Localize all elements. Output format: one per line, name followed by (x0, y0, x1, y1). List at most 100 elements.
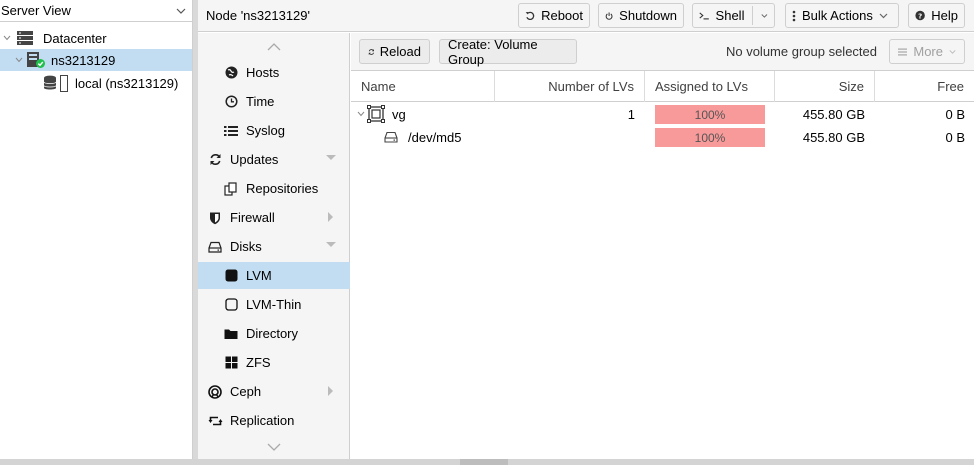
bulk-actions-button[interactable]: Bulk Actions (785, 3, 899, 28)
assigned-percent: 100% (694, 130, 726, 145)
nav-label: ZFS (246, 355, 271, 370)
lvm-toolbar: Reload Create: Volume Group No volume gr… (351, 33, 974, 71)
chevron-down-icon (879, 13, 888, 18)
nav-item-ceph[interactable]: Ceph (198, 378, 350, 405)
bulk-actions-label: Bulk Actions (802, 8, 873, 23)
create-volume-group-label: Create: Volume Group (448, 36, 538, 67)
hdd-icon (207, 239, 223, 255)
volume-group-icon (367, 105, 385, 123)
caret-right-icon (328, 386, 333, 396)
more-button[interactable]: More (889, 39, 965, 64)
nav-item-disks[interactable]: Disks (198, 233, 350, 260)
row-size: 455.80 GB (802, 129, 865, 145)
tree-expand-icon[interactable] (15, 57, 23, 63)
node-online-icon (27, 52, 45, 68)
hdd-icon (384, 131, 398, 143)
shutdown-button[interactable]: Shutdown (598, 3, 684, 28)
copy-icon (223, 181, 239, 197)
ellipsis-vertical-icon (792, 10, 796, 21)
chevron-down-icon (949, 49, 956, 54)
nav-label: Repositories (246, 181, 319, 196)
terminal-icon (699, 12, 709, 20)
shield-icon (207, 210, 223, 226)
help-button[interactable]: ? Help (908, 3, 965, 28)
shell-button[interactable]: Shell (692, 3, 775, 28)
nav-item-updates[interactable]: Updates (198, 146, 350, 173)
table-row[interactable]: /dev/md5 100% 455.80 GB 0 B (351, 125, 974, 149)
column-header-label: Size (838, 79, 864, 94)
tree-expand-icon[interactable] (3, 35, 11, 41)
nav-label: Syslog (246, 123, 286, 138)
retweet-icon (207, 413, 223, 429)
nav-item-directory[interactable]: Directory (198, 320, 350, 347)
nav-label: Directory (246, 326, 299, 341)
nav-label: LVM (246, 268, 272, 283)
chevron-down-icon (267, 443, 281, 451)
nav-item-time[interactable]: Time (198, 88, 350, 115)
shutdown-label: Shutdown (619, 8, 677, 23)
grid-header: Name Number of LVs Assigned to LVs Size … (351, 71, 974, 102)
nav-label: Disks (230, 239, 262, 254)
reboot-button[interactable]: Reboot (518, 3, 590, 28)
bottom-splitter[interactable] (0, 459, 974, 465)
assigned-usage-bar: 100% (655, 128, 765, 147)
nav-item-lvm-thin[interactable]: LVM-Thin (198, 291, 350, 318)
nav-item-hosts[interactable]: Hosts (198, 59, 350, 86)
splitter-handle[interactable] (460, 459, 508, 465)
nav-scroll-up[interactable] (198, 37, 350, 57)
split-separator (752, 6, 754, 25)
nav-label: Ceph (230, 384, 262, 399)
tree-item-node[interactable]: ns3213129 (0, 49, 192, 71)
tree-item-datacenter[interactable]: Datacenter (0, 27, 192, 49)
create-volume-group-button[interactable]: Create: Volume Group (439, 36, 577, 67)
globe-icon (223, 65, 239, 81)
column-header-free[interactable]: Free (875, 71, 974, 102)
nav-item-zfs[interactable]: ZFS (198, 349, 350, 376)
column-header-assigned[interactable]: Assigned to LVs (645, 71, 775, 102)
chevron-down-icon (176, 8, 186, 14)
clock-icon (223, 94, 239, 110)
refresh-icon (368, 48, 375, 55)
nav-item-lvm[interactable]: LVM (198, 262, 350, 289)
assigned-usage-bar: 100% (655, 105, 765, 124)
selection-status: No volume group selected (725, 44, 877, 59)
lvm-panel: Reload Create: Volume Group No volume gr… (351, 33, 974, 459)
nav-item-firewall[interactable]: Firewall (198, 204, 350, 231)
column-header-label: Name (361, 79, 396, 94)
square-icon (223, 268, 239, 284)
table-row[interactable]: vg 1 100% 455.80 GB 0 B (351, 102, 974, 126)
nav-label: Updates (230, 152, 279, 167)
nav-label: LVM-Thin (246, 297, 302, 312)
assigned-percent: 100% (694, 107, 726, 122)
list-icon (223, 123, 239, 139)
column-header-label: Number of LVs (548, 79, 634, 94)
chevron-down-icon[interactable] (761, 13, 768, 19)
tree-expand-icon[interactable] (357, 111, 365, 117)
question-circle-icon: ? (915, 10, 925, 20)
nav-label: Time (246, 94, 275, 109)
nav-scroll-down[interactable] (198, 437, 350, 457)
refresh-icon (207, 152, 223, 168)
nav-item-replication[interactable]: Replication (198, 407, 350, 434)
menu-icon (898, 47, 908, 56)
chevron-up-icon (267, 43, 281, 51)
column-header-label: Free (937, 79, 964, 94)
undo-icon (525, 11, 535, 20)
nav-item-syslog[interactable]: Syslog (198, 117, 350, 144)
view-selector[interactable]: Server View (0, 0, 192, 22)
column-header-number-of-lvs[interactable]: Number of LVs (495, 71, 645, 102)
reload-button[interactable]: Reload (359, 39, 430, 64)
reboot-label: Reboot (541, 8, 583, 23)
column-header-label: Assigned to LVs (655, 79, 748, 94)
nav-label: Hosts (246, 65, 280, 80)
nav-item-repositories[interactable]: Repositories (198, 175, 350, 202)
tree-item-storage-local[interactable]: local (ns3213129) (0, 72, 192, 94)
tree-item-node-label: ns3213129 (51, 52, 116, 68)
node-header: Node 'ns3213129' Reboot Shutdown Shell B… (198, 0, 974, 32)
caret-down-icon (326, 155, 336, 160)
column-header-name[interactable]: Name (351, 71, 495, 102)
shell-label: Shell (715, 8, 745, 23)
help-label: Help (931, 8, 958, 23)
ceph-icon (207, 384, 223, 400)
column-header-size[interactable]: Size (775, 71, 875, 102)
